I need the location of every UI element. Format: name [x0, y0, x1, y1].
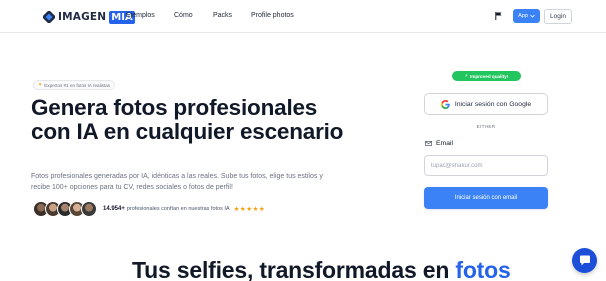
proof-text: profesionales confían en nuestras fotos …: [126, 206, 230, 212]
proof-count: 14.954+: [103, 206, 125, 212]
app-button[interactable]: App: [513, 9, 540, 23]
section-title-accent: fotos: [455, 257, 511, 281]
email-label: Email: [425, 140, 453, 147]
hero-description: Fotos profesionales generadas por IA, id…: [31, 173, 323, 191]
logo-icon: [43, 11, 55, 23]
social-proof: 14.954+ profesionales confían en nuestra…: [103, 205, 265, 213]
mail-icon: [425, 141, 432, 146]
bolt-icon: ⚡: [464, 73, 468, 78]
chat-button[interactable]: [572, 248, 597, 273]
email-label-text: Email: [436, 140, 453, 147]
improved-quality-text: Improved quality!: [469, 73, 509, 79]
nav-link-profile-photos[interactable]: Profile photos: [251, 12, 294, 19]
logo-text: IMAGEN: [58, 11, 107, 23]
navbar: IMAGEN MIA Ejemplos Cómo Packs Profile p…: [0, 0, 606, 33]
improved-quality-badge: ⚡ Improved quality!: [452, 71, 521, 81]
hero-badge: ✦ Expertos #1 en fotos IA realistas: [33, 80, 116, 90]
hero-badge-text: Expertos #1 en fotos IA realistas: [44, 82, 111, 88]
chevron-down-icon: [530, 14, 535, 18]
nav-link-packs[interactable]: Packs: [213, 12, 232, 19]
login-button[interactable]: Login: [544, 9, 572, 24]
divider-either: EITHER: [476, 124, 496, 129]
section-title-main: Tus selfies, transformadas en: [132, 257, 456, 281]
google-icon: [440, 99, 450, 109]
logo[interactable]: IMAGEN MIA: [43, 10, 135, 24]
sparkle-icon: ✦: [38, 82, 43, 88]
flag-icon[interactable]: [495, 12, 502, 20]
rating-stars: ★★★★★: [233, 206, 266, 213]
google-signin-button[interactable]: Iniciar sesión con Google: [424, 93, 548, 115]
nav-link-ejemplos[interactable]: Ejemplos: [126, 12, 155, 19]
chat-bubble-icon: [579, 255, 590, 266]
nav-link-como[interactable]: Cómo: [174, 12, 193, 19]
hero-title: Genera fotos profesionales con IA en cua…: [31, 95, 344, 144]
google-signin-label: Iniciar sesión con Google: [454, 100, 532, 108]
section-title: Tus selfies, transformadas en fotos: [132, 257, 511, 281]
avatar-group: [33, 201, 97, 217]
email-signin-button[interactable]: Iniciar sesión con email: [424, 187, 548, 209]
app-button-label: App: [518, 13, 528, 19]
avatar: [81, 201, 97, 217]
email-field[interactable]: [424, 155, 548, 176]
